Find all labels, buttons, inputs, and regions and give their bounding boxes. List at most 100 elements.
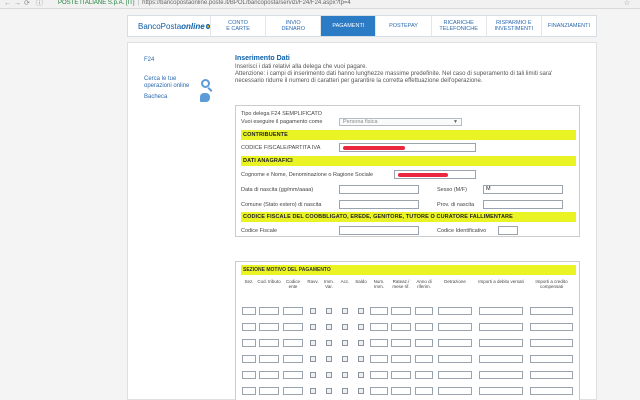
motivo-input[interactable] (478, 355, 524, 363)
motivo-checkbox[interactable] (326, 355, 332, 362)
motivo-checkbox[interactable] (326, 339, 332, 346)
bancoposta-logo[interactable]: BancoPosta online (128, 16, 210, 36)
motivo-input[interactable] (242, 387, 256, 395)
motivo-checkbox[interactable] (310, 339, 316, 346)
motivo-input[interactable] (478, 387, 524, 395)
motivo-input[interactable] (370, 307, 388, 315)
motivo-input[interactable] (414, 307, 434, 315)
forward-arrow-icon[interactable]: → (14, 0, 21, 7)
motivo-input[interactable] (530, 339, 573, 347)
motivo-input[interactable] (437, 387, 473, 395)
motivo-checkbox[interactable] (342, 339, 348, 346)
motivo-checkbox[interactable] (358, 339, 364, 346)
motivo-input[interactable] (478, 307, 524, 315)
motivo-checkbox[interactable] (358, 371, 364, 378)
motivo-input[interactable] (437, 339, 473, 347)
motivo-input[interactable] (242, 323, 256, 331)
motivo-input[interactable] (437, 355, 473, 363)
motivo-checkbox[interactable] (310, 371, 316, 378)
motivo-checkbox[interactable] (358, 307, 364, 314)
motivo-checkbox[interactable] (342, 371, 348, 378)
motivo-checkbox[interactable] (326, 323, 332, 330)
motivo-checkbox[interactable] (358, 387, 364, 394)
motivo-input[interactable] (282, 371, 304, 379)
back-arrow-icon[interactable]: ← (4, 0, 11, 7)
motivo-input[interactable] (258, 307, 280, 315)
motivo-checkbox[interactable] (310, 323, 316, 330)
motivo-input[interactable] (390, 307, 412, 315)
tab-risparmio-e-investimenti[interactable]: RISPARMIO E INVESTIMENTI (485, 16, 541, 36)
motivo-input[interactable] (414, 355, 434, 363)
motivo-input[interactable] (414, 323, 434, 331)
motivo-input[interactable] (282, 307, 304, 315)
codice-identificativo-input[interactable] (498, 226, 518, 235)
motivo-input[interactable] (258, 387, 280, 395)
tab-postepay[interactable]: POSTEPAY (375, 16, 430, 36)
tab-pagamenti[interactable]: PAGAMENTI (320, 16, 376, 36)
cf2-input[interactable] (339, 226, 419, 235)
reload-icon[interactable]: ⟳ (24, 0, 30, 7)
motivo-input[interactable] (282, 323, 304, 331)
sidebar-item-bacheca[interactable]: Bacheca (144, 93, 214, 102)
pagamento-select[interactable]: Persona fisica ▼ (339, 118, 462, 126)
tab-conto-e-carte[interactable]: CONTO E CARTE (210, 16, 265, 36)
motivo-input[interactable] (437, 307, 473, 315)
comune-input[interactable] (339, 200, 419, 209)
motivo-checkbox[interactable] (342, 323, 348, 330)
motivo-input[interactable] (437, 323, 473, 331)
motivo-input[interactable] (414, 387, 434, 395)
motivo-input[interactable] (530, 307, 573, 315)
motivo-checkbox[interactable] (310, 387, 316, 394)
motivo-checkbox[interactable] (342, 307, 348, 314)
motivo-input[interactable] (370, 323, 388, 331)
sesso-input[interactable]: M (483, 185, 563, 194)
motivo-checkbox[interactable] (326, 371, 332, 378)
motivo-input[interactable] (414, 339, 434, 347)
motivo-input[interactable] (282, 355, 304, 363)
motivo-checkbox[interactable] (358, 355, 364, 362)
motivo-input[interactable] (530, 323, 573, 331)
star-icon[interactable]: ☆ (624, 0, 630, 7)
address-bar[interactable]: POSTE ITALIANE S.p.A. [IT] | https://banco… (58, 0, 351, 7)
motivo-input[interactable] (282, 339, 304, 347)
motivo-input[interactable] (258, 339, 280, 347)
motivo-input[interactable] (390, 387, 412, 395)
tab-finanziamenti[interactable]: FINANZIAMENTI (540, 16, 596, 36)
motivo-input[interactable] (242, 307, 256, 315)
prov-input[interactable] (483, 200, 563, 209)
tab-ricariche-telefoniche[interactable]: RICARICHE TELEFONICHE (430, 16, 486, 36)
motivo-input[interactable] (478, 371, 524, 379)
motivo-input[interactable] (530, 371, 573, 379)
motivo-checkbox[interactable] (310, 355, 316, 362)
motivo-input[interactable] (258, 355, 280, 363)
motivo-checkbox[interactable] (310, 307, 316, 314)
url-text[interactable]: https://bancopostaonline.poste.it/BPOL/b… (142, 0, 351, 6)
motivo-input[interactable] (390, 371, 412, 379)
motivo-input[interactable] (478, 323, 524, 331)
motivo-input[interactable] (242, 339, 256, 347)
motivo-input[interactable] (258, 371, 280, 379)
motivo-input[interactable] (370, 387, 388, 395)
motivo-input[interactable] (478, 339, 524, 347)
motivo-input[interactable] (242, 371, 256, 379)
motivo-input[interactable] (242, 355, 256, 363)
motivo-checkbox[interactable] (342, 355, 348, 362)
motivo-input[interactable] (282, 387, 304, 395)
motivo-checkbox[interactable] (358, 323, 364, 330)
motivo-input[interactable] (370, 371, 388, 379)
sidebar-item-f24[interactable]: F24 (144, 57, 214, 64)
nascita-input[interactable] (339, 185, 419, 194)
motivo-input[interactable] (530, 355, 573, 363)
motivo-input[interactable] (390, 323, 412, 331)
motivo-input[interactable] (370, 339, 388, 347)
motivo-input[interactable] (370, 355, 388, 363)
motivo-input[interactable] (390, 339, 412, 347)
motivo-input[interactable] (414, 371, 434, 379)
motivo-input[interactable] (390, 355, 412, 363)
motivo-checkbox[interactable] (342, 387, 348, 394)
motivo-input[interactable] (258, 323, 280, 331)
tab-invio-denaro[interactable]: INVIO DENARO (265, 16, 320, 36)
sidebar-item-search[interactable]: Cerca le tue operazioni online (144, 76, 214, 90)
motivo-checkbox[interactable] (326, 307, 332, 314)
motivo-input[interactable] (437, 371, 473, 379)
